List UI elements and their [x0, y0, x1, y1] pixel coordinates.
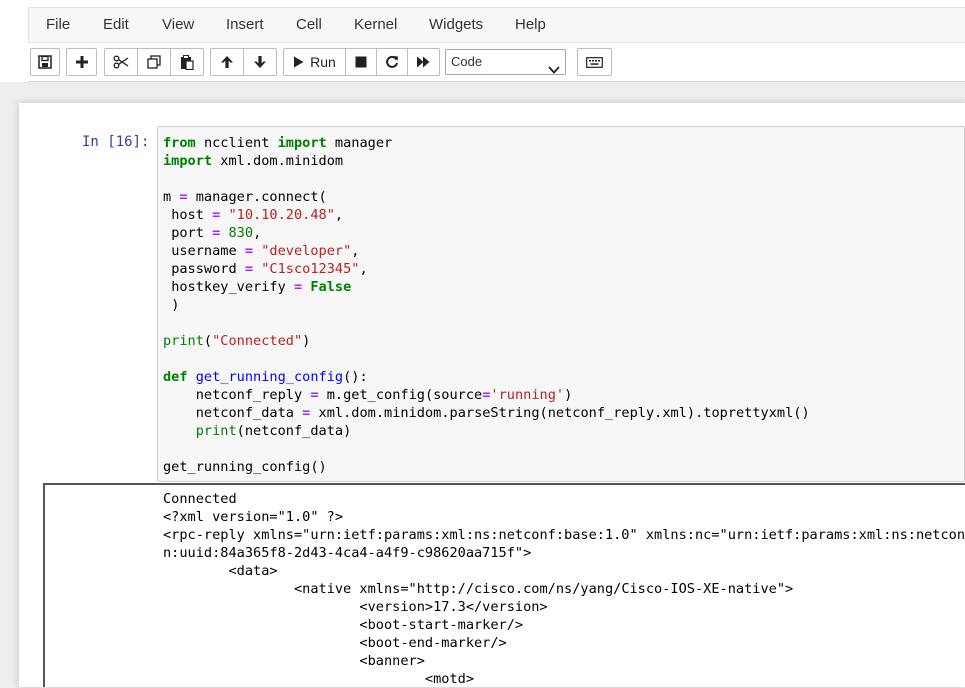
cell-type-value: Code	[451, 54, 483, 69]
play-icon	[293, 56, 304, 68]
code-line: host = "10.10.20.48",	[171, 207, 344, 223]
paste-button[interactable]	[170, 48, 204, 76]
menu-file[interactable]: File	[46, 8, 70, 42]
notebook-header: File Edit View Insert Cell Kernel Widget…	[0, 0, 965, 82]
restart-icon	[385, 55, 399, 69]
insert-cell-button[interactable]	[66, 48, 97, 76]
code-line: password = "C1sco12345",	[171, 261, 368, 277]
cut-icon	[113, 55, 129, 69]
code-line: import xml.dom.minidom	[163, 153, 344, 169]
output-line: <data>	[163, 563, 278, 579]
cut-button[interactable]	[104, 48, 138, 76]
menu-bar: File Edit View Insert Cell Kernel Widget…	[28, 7, 965, 43]
copy-icon	[147, 55, 161, 69]
menu-insert[interactable]: Insert	[226, 8, 264, 42]
move-down-button[interactable]	[243, 48, 277, 76]
run-label: Run	[310, 54, 336, 70]
code-line: username = "developer",	[171, 243, 360, 259]
menu-kernel[interactable]: Kernel	[354, 8, 397, 42]
output-line: <?xml version="1.0" ?>	[163, 509, 344, 525]
move-up-button[interactable]	[210, 48, 244, 76]
restart-button[interactable]	[376, 48, 408, 76]
save-button[interactable]	[30, 48, 60, 76]
plus-icon	[75, 55, 89, 69]
code-line: print(netconf_data)	[195, 423, 352, 439]
code-line: print("Connected")	[163, 333, 311, 349]
code-line: hostkey_verify = False	[171, 279, 352, 295]
output-line: <rpc-reply xmlns="urn:ietf:params:xml:ns…	[163, 527, 965, 543]
menu-help[interactable]: Help	[515, 8, 546, 42]
input-prompt: In [16]:	[82, 134, 150, 150]
code-line: m = manager.connect(	[163, 189, 327, 205]
code-line: )	[171, 297, 180, 313]
top-strip	[0, 0, 965, 7]
code-line: netconf_data = xml.dom.minidom.parseStri…	[195, 405, 810, 421]
save-icon	[38, 55, 52, 69]
code-line: port = 830,	[171, 225, 262, 241]
arrow-up-icon	[220, 55, 234, 69]
output-line: <banner>	[163, 653, 425, 669]
cell-type-select[interactable]: Code	[445, 49, 566, 75]
output-line: <native xmlns="http://cisco.com/ns/yang/…	[163, 581, 794, 597]
menu-edit[interactable]: Edit	[103, 8, 129, 42]
output-line: Connected	[163, 491, 237, 507]
output-line: n:uuid:84a365f8-2d43-4ca4-a4f9-c98620aa7…	[163, 545, 532, 561]
interrupt-button[interactable]	[345, 48, 377, 76]
copy-button[interactable]	[137, 48, 171, 76]
stop-icon	[355, 56, 367, 68]
keyboard-icon	[586, 56, 603, 68]
code-text[interactable]: from ncclient import manager import xml.…	[163, 134, 810, 476]
output-line: <boot-start-marker/>	[163, 617, 524, 633]
menu-cell[interactable]: Cell	[296, 8, 322, 42]
chevron-down-icon	[548, 58, 560, 82]
code-line: def get_running_config():	[163, 369, 368, 385]
menu-view[interactable]: View	[162, 8, 194, 42]
command-palette-button[interactable]	[577, 48, 612, 76]
output-text: Connected <?xml version="1.0" ?> <rpc-re…	[163, 490, 965, 688]
output-line: <version>17.3</version>	[163, 599, 548, 615]
code-line: get_running_config()	[163, 459, 327, 475]
arrow-down-icon	[253, 55, 267, 69]
code-line: from ncclient import manager	[163, 135, 393, 151]
paste-icon	[180, 54, 194, 70]
left-gutter	[0, 0, 28, 82]
output-line: <boot-end-marker/>	[163, 635, 507, 651]
code-line: netconf_reply = m.get_config(source='run…	[195, 387, 573, 403]
output-line: <motd>	[163, 671, 475, 687]
run-all-button[interactable]	[407, 48, 440, 76]
fast-forward-icon	[416, 56, 431, 68]
menu-widgets[interactable]: Widgets	[429, 8, 483, 42]
run-button[interactable]: Run	[283, 48, 346, 76]
